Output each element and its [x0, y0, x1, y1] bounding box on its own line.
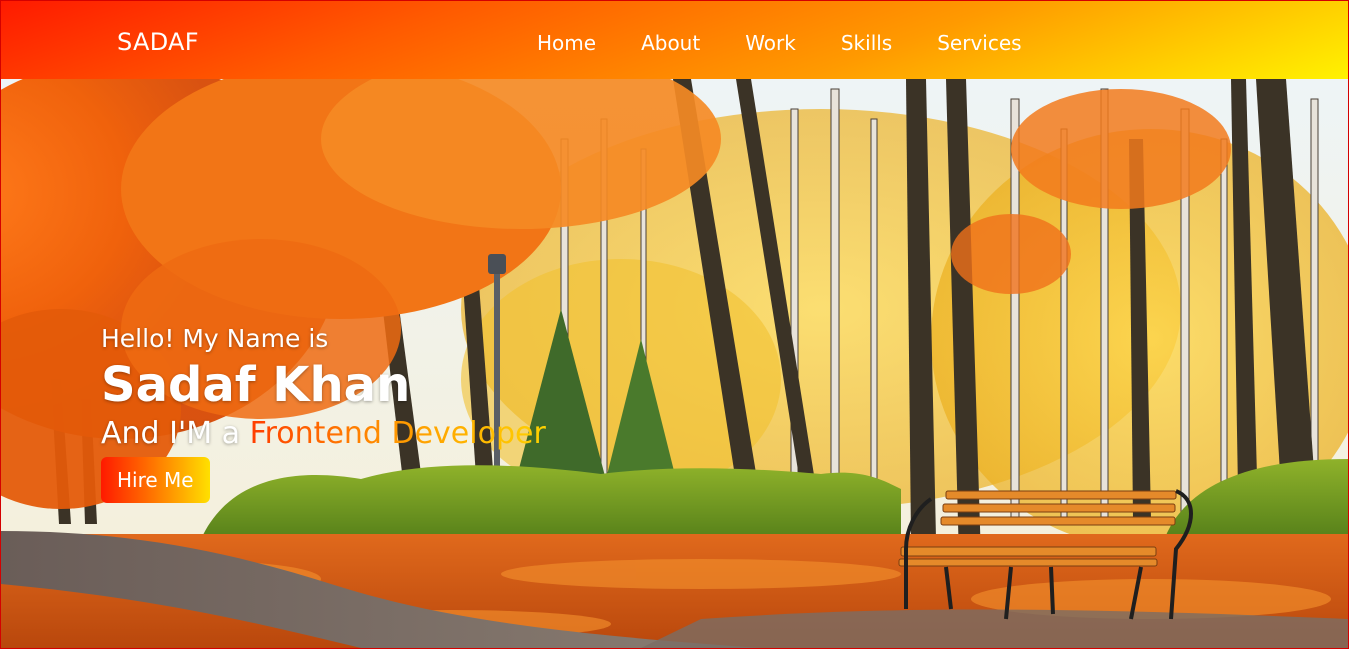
hero-role-prefix: And I'M a [101, 416, 250, 451]
page: SADAF Home About Work Skills Services He… [0, 0, 1349, 649]
hero-text-block: Hello! My Name is Sadaf Khan And I'M a F… [101, 324, 546, 503]
nav-link-about[interactable]: About [641, 30, 700, 56]
site-logo[interactable]: SADAF [117, 28, 199, 56]
nav-link-services[interactable]: Services [937, 30, 1021, 56]
hero-role-highlight: Frontend Developer [249, 416, 546, 451]
hero-role: And I'M a Frontend Developer [101, 416, 546, 452]
main-menu: Home About Work Skills Services [537, 30, 1067, 56]
hero-name: Sadaf Khan [101, 357, 411, 413]
hero-greeting: Hello! My Name is [101, 324, 329, 353]
navbar: SADAF Home About Work Skills Services [1, 1, 1348, 79]
nav-link-skills[interactable]: Skills [841, 30, 892, 56]
hero-section: Hello! My Name is Sadaf Khan And I'M a F… [1, 79, 1348, 648]
nav-link-home[interactable]: Home [537, 30, 596, 56]
hire-me-button[interactable]: Hire Me [101, 457, 210, 503]
nav-link-work[interactable]: Work [745, 30, 796, 56]
